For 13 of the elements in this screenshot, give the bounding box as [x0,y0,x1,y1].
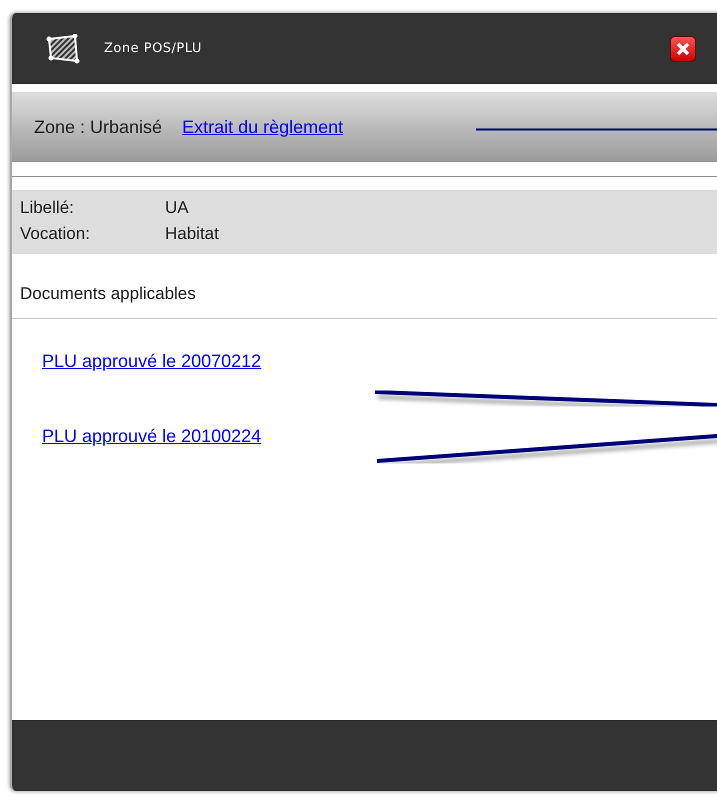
field-value: UA [165,198,190,218]
polygon-icon [46,34,80,64]
document-link[interactable]: PLU approuvé le 20070212 [42,351,262,372]
field-label: Libellé: [20,198,75,218]
regulation-link[interactable]: Extrait du règlement [182,116,344,138]
document-link[interactable]: PLU approuvé le 20100224 [42,426,262,447]
close-icon [676,42,690,56]
section-heading: Documents applicables [12,284,717,319]
window-title: Zone POS/PLU [104,41,203,56]
zone-label: Zone : Urbanisé [34,116,162,138]
field-label: Vocation: [20,224,91,244]
close-button[interactable] [670,36,696,62]
field-value: Habitat [165,224,219,244]
